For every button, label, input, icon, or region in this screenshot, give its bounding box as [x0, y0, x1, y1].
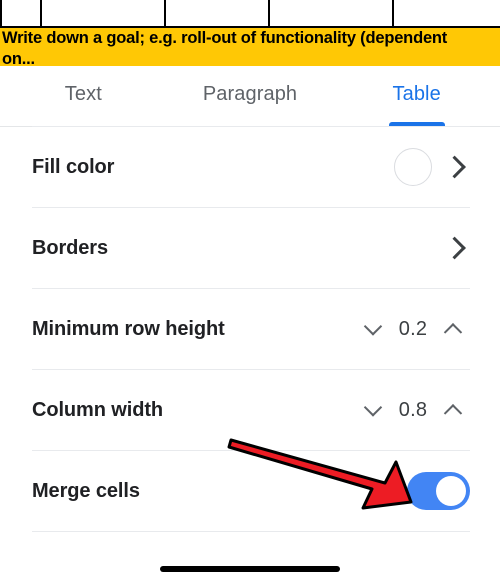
merge-cells-toggle[interactable] [407, 472, 470, 510]
highlighted-text-block: Write down a goal; e.g. roll-out of func… [0, 28, 500, 66]
column-width-stepper: 0.8 [356, 390, 470, 430]
chevron-right-icon [444, 233, 470, 263]
minimum-row-height-increment-button[interactable] [436, 309, 470, 349]
chevron-right-icon [444, 152, 470, 182]
table-cell [40, 0, 166, 28]
table-cell [392, 0, 500, 28]
minimum-row-height-value: 0.2 [398, 317, 428, 340]
borders-control[interactable] [444, 233, 470, 263]
fill-color-label: Fill color [32, 155, 115, 178]
tab-text-label: Text [64, 82, 102, 105]
table-cell [0, 0, 42, 28]
tab-table[interactable]: Table [333, 66, 500, 126]
table-cell [268, 0, 394, 28]
fill-color-swatch[interactable] [394, 148, 432, 186]
home-indicator [160, 566, 340, 572]
row-minimum-row-height: Minimum row height 0.2 [0, 289, 500, 369]
column-width-value: 0.8 [398, 398, 428, 421]
column-width-decrement-button[interactable] [356, 390, 390, 430]
table-settings-list: Fill color Borders Minimum row height 0.… [0, 126, 500, 532]
row-borders[interactable]: Borders [0, 208, 500, 288]
merge-cells-control [407, 472, 470, 510]
document-preview: Write down a goal; e.g. roll-out of func… [0, 0, 500, 66]
minimum-row-height-stepper: 0.2 [356, 309, 470, 349]
toggle-knob [436, 476, 466, 506]
chevron-down-icon [362, 318, 384, 340]
row-merge-cells: Merge cells [0, 451, 500, 531]
divider [32, 531, 470, 532]
highlight-line-1: Write down a goal; e.g. roll-out of func… [2, 29, 448, 47]
merge-cells-label: Merge cells [32, 479, 140, 502]
document-table [0, 0, 500, 28]
table-row [0, 0, 500, 28]
format-tab-bar: Text Paragraph Table [0, 66, 500, 127]
borders-label: Borders [32, 236, 108, 259]
row-column-width: Column width 0.8 [0, 370, 500, 450]
row-fill-color[interactable]: Fill color [0, 127, 500, 207]
column-width-increment-button[interactable] [436, 390, 470, 430]
highlight-line-2: on... [2, 50, 35, 66]
minimum-row-height-decrement-button[interactable] [356, 309, 390, 349]
column-width-label: Column width [32, 398, 163, 421]
tab-text[interactable]: Text [0, 66, 167, 126]
fill-color-control[interactable] [394, 148, 470, 186]
tab-paragraph-label: Paragraph [202, 82, 298, 105]
chevron-down-icon [362, 399, 384, 421]
table-cell [164, 0, 270, 28]
tab-table-label: Table [392, 82, 441, 105]
tab-paragraph[interactable]: Paragraph [167, 66, 334, 126]
chevron-up-icon [442, 318, 464, 340]
minimum-row-height-label: Minimum row height [32, 317, 225, 340]
chevron-up-icon [442, 399, 464, 421]
